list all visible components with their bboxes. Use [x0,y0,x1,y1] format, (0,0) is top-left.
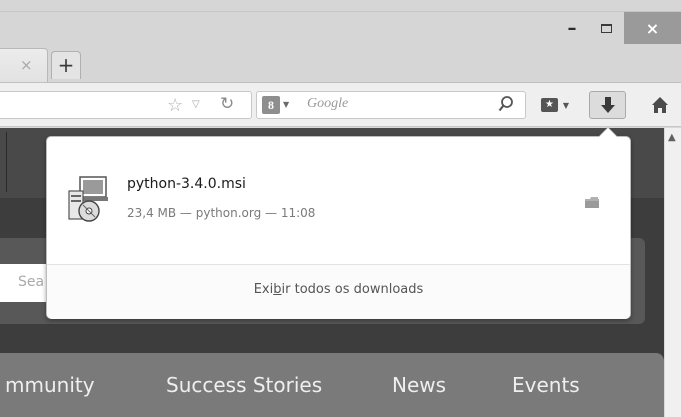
download-file-name: python-3.4.0.msi [127,176,246,192]
minimize-button[interactable]: – [557,12,587,44]
folder-icon[interactable] [585,193,599,212]
scroll-up-icon[interactable]: ▲ [668,132,676,143]
tab-close-icon[interactable]: × [20,56,33,74]
search-engine-icon[interactable]: 8 [262,96,280,114]
show-all-downloads-label: Exibir todos os downloads [253,282,424,297]
panel-arrow-fill [599,128,617,137]
title-bar: – × × + [0,0,681,82]
maximize-icon [600,23,612,33]
engine-dropdown-icon[interactable]: ▼ [283,100,289,109]
search-icon[interactable] [498,94,514,118]
chevron-down-icon: ▼ [562,100,570,110]
downloads-button[interactable] [589,91,626,119]
home-button[interactable] [645,91,675,119]
bookmark-star-icon[interactable]: ☆ [167,95,183,116]
divider [6,132,7,192]
nav-item-community[interactable]: mmunity [5,373,95,397]
page-main-nav: mmunity Success Stories News Events [0,353,664,417]
browser-tab[interactable]: × [0,48,48,82]
download-meta: 23,4 MB — python.org — 11:08 [127,206,316,220]
download-item[interactable]: python-3.4.0.msi 23,4 MB — python.org — … [47,137,630,262]
downloads-panel: python-3.4.0.msi 23,4 MB — python.org — … [46,136,631,319]
download-arrow-icon [600,97,615,113]
home-icon [652,97,668,113]
nav-item-news[interactable]: News [392,373,446,397]
new-tab-button[interactable]: + [51,51,81,79]
search-box[interactable]: 8 ▼ Google [256,91,526,119]
nav-item-events[interactable]: Events [512,373,580,397]
navigation-toolbar: ☆ ▽ ↻ 8 ▼ Google ★ ▼ [0,82,681,127]
page-search-placeholder: Sea [18,274,45,290]
reload-icon[interactable]: ↻ [220,94,234,114]
address-bar[interactable]: ☆ ▽ ↻ [0,91,252,119]
bookmarks-menu-button[interactable]: ★ ▼ [533,91,577,119]
search-placeholder: Google [307,96,349,111]
history-dropdown-icon[interactable]: ▽ [192,99,200,110]
nav-item-success-stories[interactable]: Success Stories [166,373,322,397]
bookmarks-icon: ★ [540,98,558,112]
maximize-button[interactable] [591,12,621,44]
close-window-button[interactable]: × [624,12,681,44]
msi-installer-icon [66,175,112,227]
show-all-downloads[interactable]: Exibir todos os downloads [47,264,630,319]
scrollbar[interactable]: ▲ [664,128,681,417]
